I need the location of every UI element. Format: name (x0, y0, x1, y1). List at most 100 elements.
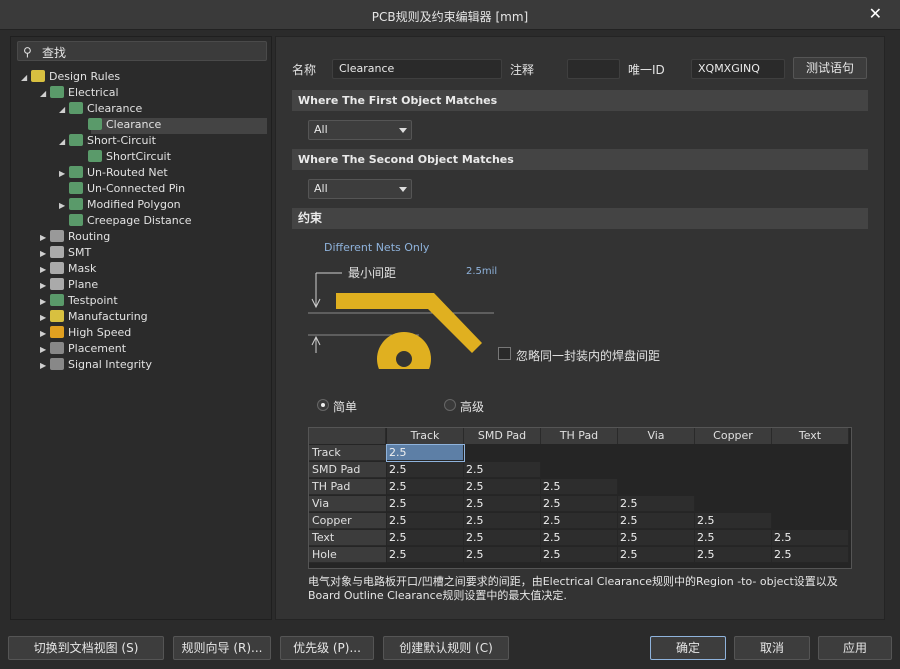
tree-item-plane[interactable]: ▶ Plane (40, 277, 98, 293)
mode-advanced-label: 高级 (460, 400, 485, 414)
expand-arrow-icon[interactable]: ▶ (40, 262, 50, 278)
matrix-cell[interactable]: 2.5 (772, 530, 849, 546)
matrix-cell[interactable]: 2.5 (541, 547, 618, 563)
tree-item-shortcircuit[interactable]: ShortCircuit (78, 149, 171, 165)
constraints-header: 约束 (292, 208, 868, 229)
rule-icon (50, 358, 64, 370)
priority-button[interactable]: 优先级 (P)... (280, 636, 374, 660)
matrix-cell[interactable]: 2.5 (464, 547, 541, 563)
expand-arrow-icon[interactable]: ▶ (40, 294, 50, 310)
tree-item-electrical[interactable]: ◢ Electrical (40, 85, 119, 101)
expand-arrow-icon[interactable]: ▶ (40, 278, 50, 294)
matrix-cell[interactable]: 2.5 (464, 513, 541, 529)
matrix-cell[interactable]: 2.5 (695, 513, 772, 529)
matrix-cell[interactable]: 2.5 (387, 530, 464, 546)
pad-hole-shape (396, 351, 412, 367)
second-match-header: Where The Second Object Matches (292, 149, 868, 170)
matrix-cell[interactable]: 2.5 (387, 513, 464, 529)
matrix-cell[interactable]: 2.5 (695, 547, 772, 563)
rule-wizard-button[interactable]: 规则向导 (R)... (173, 636, 271, 660)
matrix-cell[interactable]: 2.5 (464, 479, 541, 495)
matrix-cell[interactable]: 2.5 (387, 496, 464, 512)
switch-doc-view-button[interactable]: 切换到文档视图 (S) (8, 636, 164, 660)
tree-item-smt[interactable]: ▶ SMT (40, 245, 91, 261)
matrix-cell[interactable]: 2.5 (618, 496, 695, 512)
rule-description: 电气对象与电路板开口/凹槽之间要求的间距，由Electrical Clearan… (308, 575, 838, 602)
tree-item-un-connected-pin[interactable]: Un-Connected Pin (59, 181, 185, 197)
tree-item-label: Clearance (87, 102, 143, 115)
expand-arrow-icon[interactable]: ▶ (59, 198, 69, 214)
tree-item-clearance[interactable]: Clearance (78, 117, 161, 133)
matrix-cell[interactable]: 2.5 (464, 462, 541, 478)
matrix-cell[interactable]: 2.5 (772, 547, 849, 563)
tree-item-label: Manufacturing (68, 310, 148, 323)
search-input[interactable]: ⚲ 查找 (17, 41, 267, 61)
uid-field[interactable]: XQMXGINQ (691, 59, 785, 79)
matrix-cell[interactable]: 2.5 (541, 496, 618, 512)
tree-item-routing[interactable]: ▶ Routing (40, 229, 110, 245)
expand-arrow-icon[interactable]: ▶ (40, 326, 50, 342)
expand-arrow-icon[interactable]: ▶ (40, 358, 50, 374)
tree-item-signal-integrity[interactable]: ▶ Signal Integrity (40, 357, 152, 373)
matrix-cell[interactable]: 2.5 (541, 479, 618, 495)
matrix-cell[interactable]: 2.5 (387, 462, 464, 478)
tree-item-un-routed-net[interactable]: ▶ Un-Routed Net (59, 165, 168, 181)
matrix-cell[interactable]: 2.5 (618, 530, 695, 546)
matrix-cell[interactable]: 2.5 (387, 547, 464, 563)
matrix-cell[interactable]: 2.5 (618, 547, 695, 563)
mode-simple-radio[interactable] (317, 399, 329, 411)
close-icon[interactable]: ✕ (869, 4, 882, 23)
min-clearance-value[interactable]: 2.5mil (466, 266, 497, 277)
expand-arrow-icon[interactable]: ▶ (40, 342, 50, 358)
second-match-dropdown[interactable]: All (308, 179, 412, 199)
comment-field[interactable] (567, 59, 620, 79)
rule-icon (69, 182, 83, 194)
matrix-cell[interactable]: 2.5 (618, 513, 695, 529)
expand-arrow-icon[interactable]: ▶ (59, 166, 69, 182)
tree-item-design-rules[interactable]: ◢ Design Rules (21, 69, 120, 85)
matrix-cell[interactable]: 2.5 (541, 530, 618, 546)
matrix-cell[interactable]: 2.5 (695, 530, 772, 546)
expand-arrow-icon[interactable]: ▶ (40, 230, 50, 246)
tree-item-high-speed[interactable]: ▶ High Speed (40, 325, 131, 341)
tree-item-mask[interactable]: ▶ Mask (40, 261, 96, 277)
expand-arrow-icon[interactable]: ▶ (40, 246, 50, 262)
ignore-pads-checkbox[interactable] (498, 347, 511, 360)
create-default-rules-button[interactable]: 创建默认规则 (C) (383, 636, 509, 660)
mode-simple-label: 简单 (333, 400, 358, 414)
rule-name-field[interactable]: Clearance (332, 59, 502, 79)
tree-item-modified-polygon[interactable]: ▶ Modified Polygon (59, 197, 181, 213)
test-query-button[interactable]: 测试语句 (793, 57, 867, 79)
matrix-cell[interactable]: 2.5 (386, 444, 465, 462)
matrix-row-header: Hole (309, 547, 386, 563)
matrix-cell[interactable]: 2.5 (464, 496, 541, 512)
net-scope-label[interactable]: Different Nets Only (324, 241, 429, 254)
collapse-arrow-icon[interactable]: ◢ (40, 86, 50, 102)
tree-item-clearance[interactable]: ◢ Clearance (59, 101, 142, 117)
collapse-arrow-icon[interactable]: ◢ (59, 134, 69, 150)
tree-item-testpoint[interactable]: ▶ Testpoint (40, 293, 118, 309)
cancel-button[interactable]: 取消 (734, 636, 810, 660)
first-match-dropdown[interactable]: All (308, 120, 412, 140)
uid-label: 唯一ID (628, 63, 665, 77)
expand-arrow-icon[interactable]: ▶ (40, 310, 50, 326)
tree-item-placement[interactable]: ▶ Placement (40, 341, 126, 357)
tree-item-short-circuit[interactable]: ◢ Short-Circuit (59, 133, 156, 149)
first-match-value: All (314, 123, 328, 136)
tree-item-label: ShortCircuit (106, 150, 171, 163)
matrix-cell[interactable]: 2.5 (464, 530, 541, 546)
matrix-cell[interactable]: 2.5 (541, 513, 618, 529)
matrix-column-header: SMD Pad (464, 428, 541, 444)
tree-item-manufacturing[interactable]: ▶ Manufacturing (40, 309, 148, 325)
window-title: PCB规则及约束编辑器 [mm] (371, 10, 529, 24)
matrix-column-header: Text (772, 428, 849, 444)
tree-item-creepage-distance[interactable]: Creepage Distance (59, 213, 192, 229)
search-placeholder: 查找 (42, 46, 67, 60)
ok-button[interactable]: 确定 (650, 636, 726, 660)
collapse-arrow-icon[interactable]: ◢ (59, 102, 69, 118)
matrix-cell[interactable]: 2.5 (387, 479, 464, 495)
tree-item-label: Clearance (106, 118, 162, 131)
mode-advanced-radio[interactable] (444, 399, 456, 411)
collapse-arrow-icon[interactable]: ◢ (21, 70, 31, 86)
apply-button[interactable]: 应用 (818, 636, 892, 660)
